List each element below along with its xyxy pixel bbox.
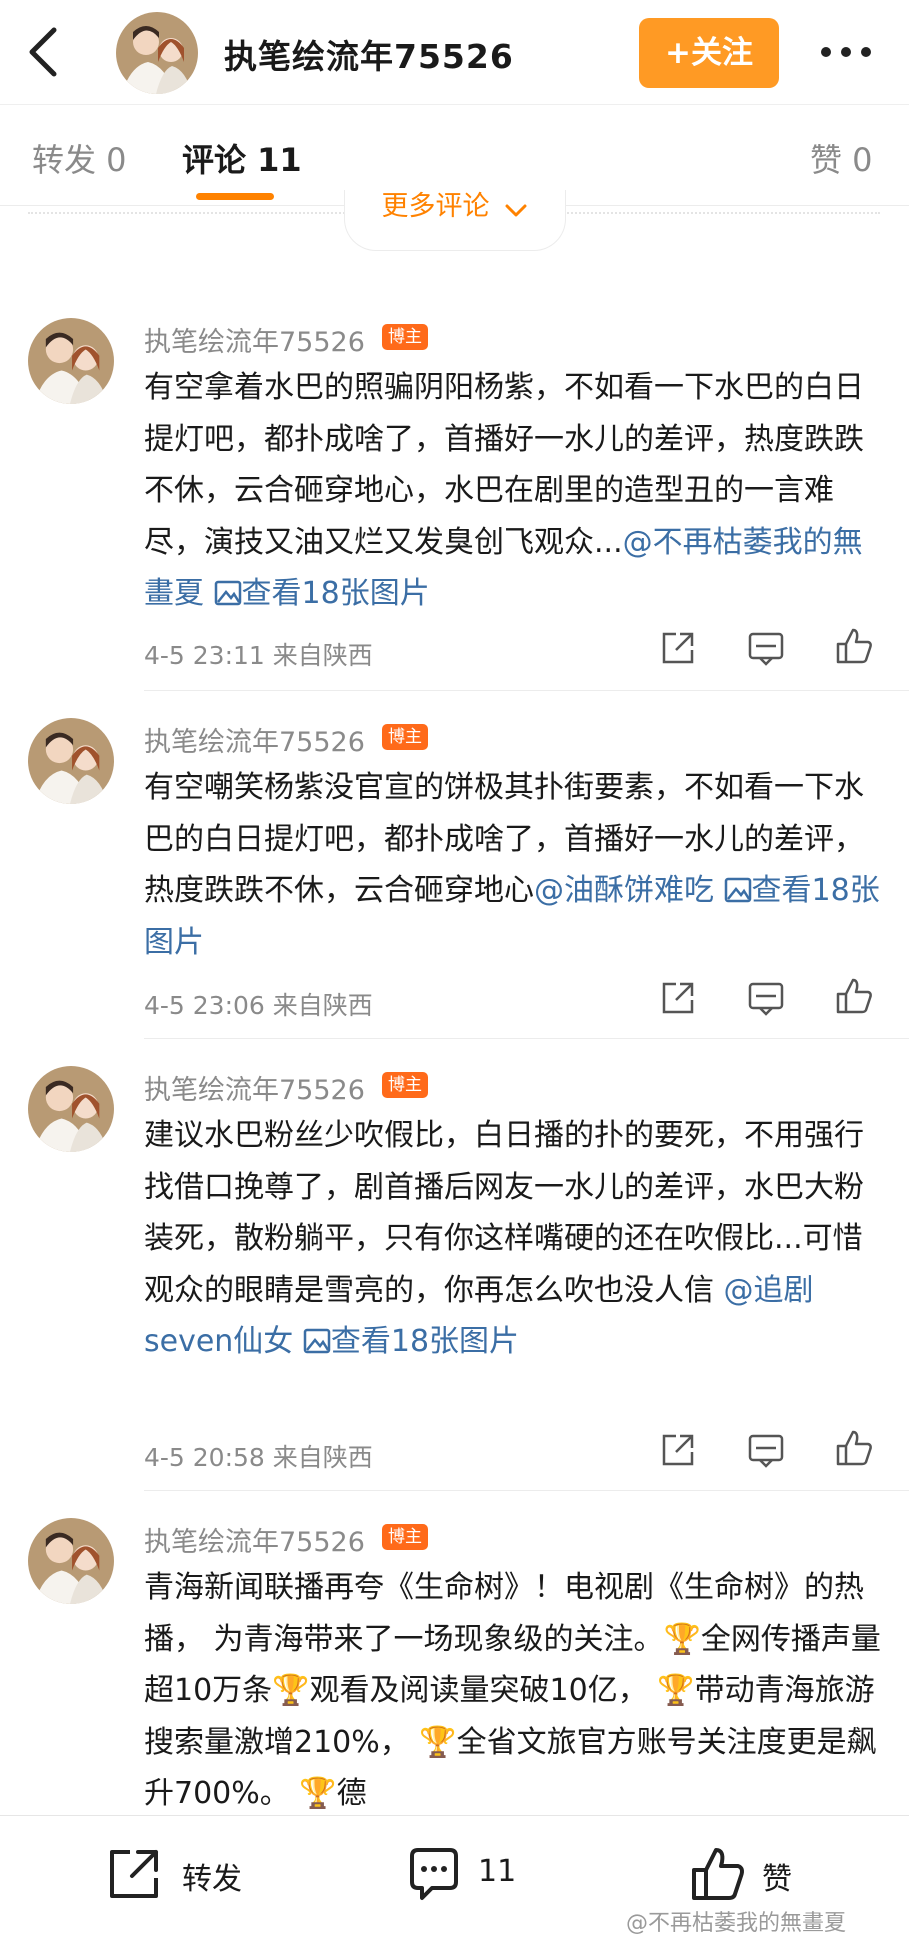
commenter-avatar[interactable] <box>28 718 114 804</box>
comment-divider <box>144 1490 909 1491</box>
active-tab-indicator <box>196 193 274 200</box>
like-icon[interactable] <box>834 1428 874 1468</box>
comment-meta: 4-5 20:58 来自陕西 <box>144 1438 373 1474</box>
reply-icon[interactable] <box>746 1430 786 1470</box>
tab-likes[interactable]: 赞 0 <box>810 135 873 181</box>
commenter-name[interactable]: 执笔绘流年75526 <box>144 1068 365 1107</box>
share-icon[interactable] <box>658 1430 698 1470</box>
blogger-badge: 博主 <box>382 324 428 350</box>
image-icon <box>214 580 241 606</box>
like-label[interactable]: 赞 <box>762 1854 792 1898</box>
watermark: @不再枯萎我的無畫夏 <box>626 1911 847 1936</box>
share-icon[interactable] <box>658 978 698 1018</box>
more-comments-label: 更多评论 <box>381 191 490 222</box>
more-comments-button[interactable]: 更多评论 <box>344 190 566 251</box>
tab-repost[interactable]: 转发 0 <box>32 135 127 181</box>
comment-text: 有空嘲笑杨紫没官宣的饼极其扑街要素，不如看一下水巴的白日提灯吧，都扑成啥了，首播… <box>144 762 884 968</box>
view-images-label: 查看18张图片 <box>330 1324 520 1359</box>
comment-time: 4-5 23:11 <box>144 641 265 670</box>
commenter-name[interactable]: 执笔绘流年75526 <box>144 720 365 759</box>
comment-source: 来自陕西 <box>272 641 373 670</box>
back-arrow-icon[interactable] <box>22 22 66 82</box>
tab-comments[interactable]: 评论 11 <box>182 135 302 181</box>
comment-divider <box>144 690 909 691</box>
commenter-avatar[interactable] <box>28 1518 114 1604</box>
like-icon[interactable] <box>834 626 874 666</box>
top-nav-bar: 执笔绘流年75526 +关注 <box>0 0 909 104</box>
comment-meta: 4-5 23:11 来自陕西 <box>144 636 373 672</box>
author-name[interactable]: 执笔绘流年75526 <box>224 30 514 78</box>
mention-link[interactable]: @油酥饼难吃 <box>534 873 714 908</box>
commenter-name[interactable]: 执笔绘流年75526 <box>144 320 365 359</box>
repost-icon[interactable] <box>104 1844 164 1904</box>
comment-source: 来自陕西 <box>272 1443 373 1472</box>
blogger-badge: 博主 <box>382 724 428 750</box>
comment-count[interactable]: 11 <box>478 1854 516 1889</box>
more-options-icon[interactable] <box>816 30 876 74</box>
follow-button[interactable]: +关注 <box>639 18 779 88</box>
repost-label[interactable]: 转发 <box>182 1854 242 1898</box>
commenter-avatar[interactable] <box>28 1066 114 1152</box>
comment-text: 青海新闻联播再夸《生命树》！电视剧《生命树》的热播， 为青海带来了一场现象级的关… <box>144 1562 884 1817</box>
comment-body: 青海新闻联播再夸《生命树》！电视剧《生命树》的热播， 为青海带来了一场现象级的关… <box>144 1570 881 1811</box>
comment-source: 来自陕西 <box>272 991 373 1020</box>
commenter-name[interactable]: 执笔绘流年75526 <box>144 1520 365 1559</box>
comment-icon[interactable] <box>404 1844 464 1904</box>
like-icon[interactable] <box>834 976 874 1016</box>
image-icon <box>724 877 751 903</box>
comment-time: 4-5 23:06 <box>144 991 265 1020</box>
like-icon[interactable] <box>688 1844 748 1904</box>
author-avatar[interactable] <box>116 12 198 94</box>
comment-time: 4-5 20:58 <box>144 1443 265 1472</box>
comment-text: 有空拿着水巴的照骗阴阳杨紫，不如看一下水巴的白日提灯吧，都扑成啥了，首播好一水儿… <box>144 362 884 620</box>
comment-meta: 4-5 23:06 来自陕西 <box>144 986 373 1022</box>
view-images-label: 查看18张图片 <box>241 576 430 611</box>
view-images-link[interactable]: 查看18张图片 <box>214 576 430 611</box>
blogger-badge: 博主 <box>382 1072 428 1098</box>
reply-icon[interactable] <box>746 978 786 1018</box>
chevron-down-icon <box>505 204 527 216</box>
commenter-avatar[interactable] <box>28 318 114 404</box>
view-images-link[interactable]: 查看18张图片 <box>303 1324 519 1359</box>
share-icon[interactable] <box>658 628 698 668</box>
comment-text: 建议水巴粉丝少吹假比，白日播的扑的要死，不用强行找借口挽尊了，剧首播后网友一水儿… <box>144 1110 884 1368</box>
reply-icon[interactable] <box>746 628 786 668</box>
image-icon <box>303 1328 331 1354</box>
comment-divider <box>144 1038 909 1039</box>
blogger-badge: 博主 <box>382 1524 428 1550</box>
